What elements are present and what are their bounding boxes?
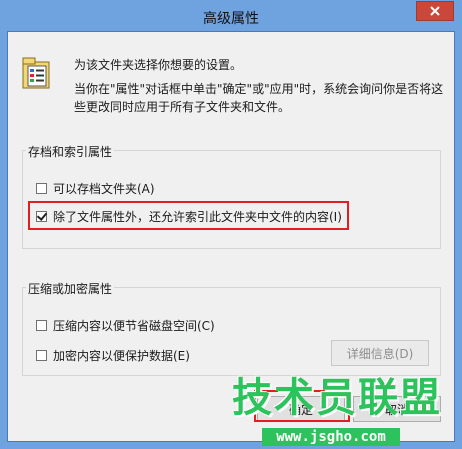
details-button[interactable]: 详细信息(D) <box>331 340 429 366</box>
close-button[interactable] <box>416 1 454 21</box>
compress-option[interactable]: 压缩内容以便节省磁盘空间(C) <box>36 317 215 334</box>
close-icon <box>430 6 440 16</box>
encrypt-label: 加密内容以便保护数据(E) <box>53 349 190 363</box>
watermark-url: www.jsgho.com <box>262 428 400 446</box>
compress-checkbox[interactable] <box>36 320 47 331</box>
title-bar[interactable]: 高级属性 <box>0 0 462 34</box>
folder-properties-icon <box>22 57 50 89</box>
archive-folder-option[interactable]: 可以存档文件夹(A) <box>36 180 155 197</box>
description-line-1: 为该文件夹选择你想要的设置。 <box>74 58 243 72</box>
archive-folder-label: 可以存档文件夹(A) <box>53 182 155 196</box>
encrypt-checkbox[interactable] <box>36 350 47 361</box>
archive-index-group-label: 存档和索引属性 <box>26 143 115 160</box>
archive-folder-checkbox[interactable] <box>36 183 47 194</box>
compress-encrypt-group-label: 压缩或加密属性 <box>26 280 115 297</box>
advanced-attributes-dialog: 高级属性 为该文件夹选择你想要的设置。 当你在"属性"对话框中单击"确定"或"应… <box>0 0 462 449</box>
watermark-brand: 技术员联盟 <box>232 375 442 421</box>
archive-index-group <box>22 150 441 249</box>
encrypt-option[interactable]: 加密内容以便保护数据(E) <box>36 347 190 364</box>
compress-label: 压缩内容以便节省磁盘空间(C) <box>53 319 215 333</box>
description-line-2: 当你在"属性"对话框中单击"确定"或"应用"时，系统会询问你是否将这些更改同时应… <box>74 82 444 114</box>
index-option-highlight <box>28 201 349 230</box>
window-title: 高级属性 <box>203 11 259 27</box>
